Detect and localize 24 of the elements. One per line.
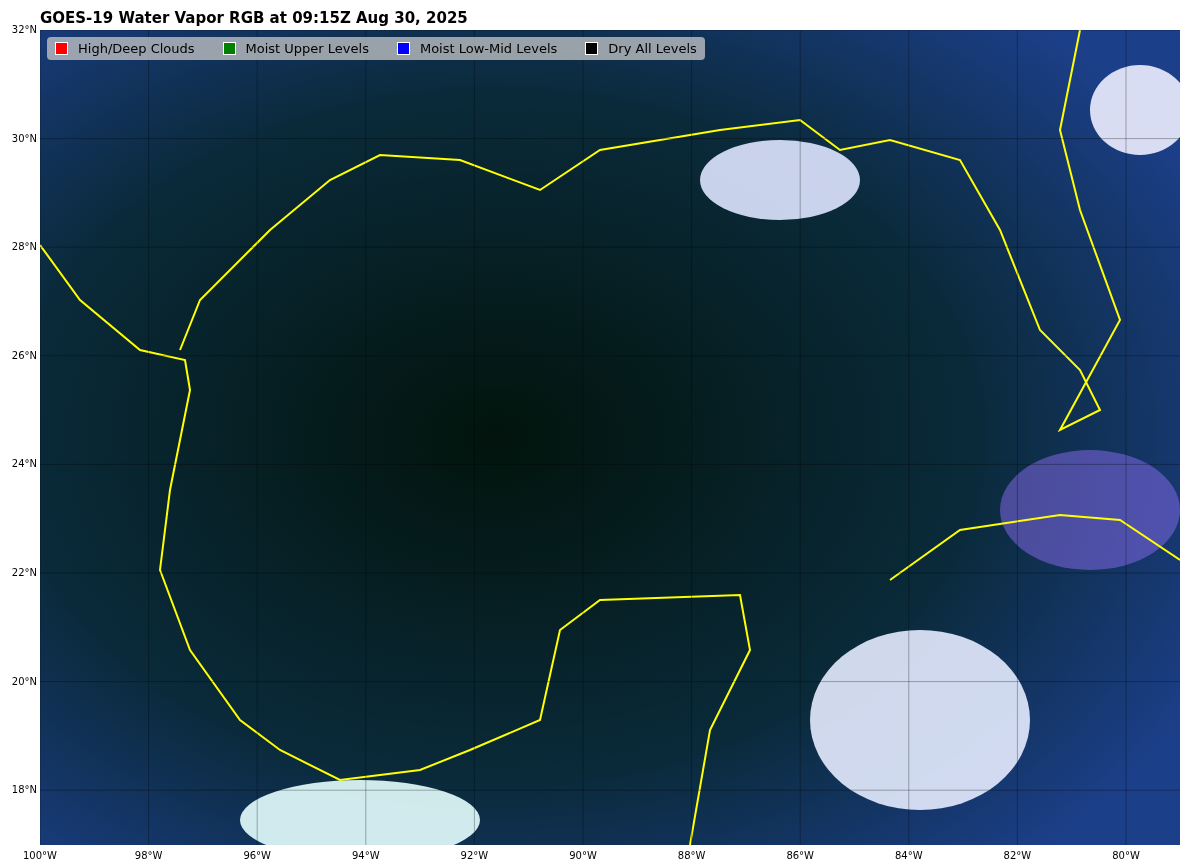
latitude-label: 26°N [11, 349, 37, 361]
legend-label: Moist Upper Levels [245, 41, 369, 56]
latitude-label: 24°N [11, 458, 37, 470]
longitude-label: 98°W [134, 850, 163, 861]
chart-title: GOES-19 Water Vapor RGB at 09:15Z Aug 30, 2025 [40, 9, 468, 27]
legend-label: High/Deep Clouds [78, 41, 195, 56]
longitude-label: 92°W [460, 850, 489, 861]
legend-label: Dry All Levels [608, 41, 697, 56]
longitude-label: 80°W [1112, 850, 1140, 861]
longitude-label: 84°W [895, 850, 923, 861]
latitude-label: 22°N [11, 567, 37, 578]
longitude-label: 96°W [243, 850, 271, 861]
latitude-label: 20°N [11, 675, 37, 687]
latitude-label: 32°N [11, 24, 37, 35]
latitude-label: 28°N [11, 241, 37, 253]
longitude-label: 82°W [1003, 850, 1032, 861]
longitude-label: 86°W [786, 850, 814, 861]
legend-label: Moist Low-Mid Levels [419, 41, 558, 56]
longitude-label: 94°W [352, 850, 380, 861]
latitude-label: 18°N [11, 784, 37, 796]
longitude-label: 100°W [23, 850, 57, 861]
latitude-label: 30°N [11, 132, 37, 144]
longitude-label: 88°W [677, 850, 706, 861]
longitude-label: 90°W [569, 850, 597, 861]
